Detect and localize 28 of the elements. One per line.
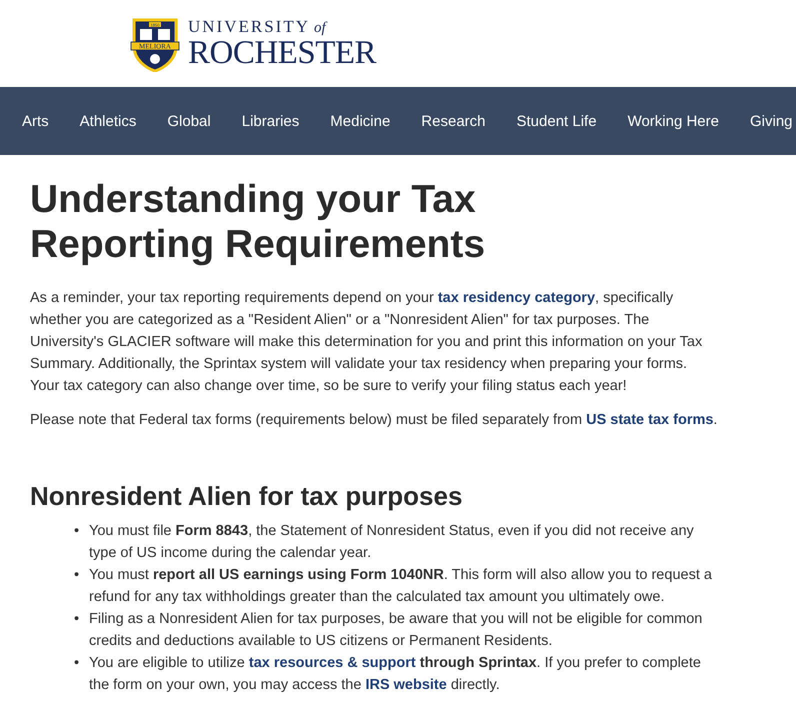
bullet-item: You must file Form 8843, the Statement of Nonresident Status, even if you did not receive any type of US income during the calendar year.: [89, 522, 695, 563]
text-link[interactable]: tax residency category: [438, 290, 596, 306]
bullet-item: You are eligible to utilize tax resources & support through Sprintax. If you prefer to complete the form on your own, you may access the IRS website directly.: [89, 654, 702, 695]
nav-link[interactable]: Giving: [750, 112, 793, 130]
nav-link[interactable]: Student Life: [516, 112, 597, 130]
logo-text: UNIVERSITY: [188, 18, 310, 34]
bullet-marker: •: [74, 566, 80, 585]
body-paragraph: As a reminder, your tax reporting requirements depend on your tax residency category, specifically whether you are categorized as a "Resident Alien" or a "Nonresident Alien" for tax purposes. The University's GLACIER software will make this determination for you and print this information on your Tax Summary. Additionally, the Sprintax system will validate your tax residency when preparing your forms. Your tax category can also change over time, so be sure to verify your filing status each year!: [30, 289, 704, 396]
page-title: Understanding your Tax Reporting Requirements: [30, 177, 486, 267]
nav-link[interactable]: Research: [421, 112, 486, 130]
bullet-item: You must report all US earnings using Form 1040NR. This form will also allow you to request a refund for any tax withholdings greater than the calculated tax amount you ultimately owe.: [89, 566, 713, 607]
bullet-marker: •: [74, 654, 80, 673]
bullet-marker: •: [74, 610, 80, 629]
nav-link[interactable]: Global: [167, 112, 211, 130]
nav-link[interactable]: Working Here: [628, 112, 719, 130]
text-link[interactable]: US state tax forms: [586, 412, 714, 428]
section-heading: Nonresident Alien for tax purposes: [30, 481, 464, 512]
text-link[interactable]: IRS website: [365, 677, 447, 693]
nav-link[interactable]: Libraries: [242, 112, 300, 130]
logo-text: of: [314, 20, 326, 36]
nav-link[interactable]: Arts: [22, 112, 49, 130]
body-paragraph: Please note that Federal tax forms (requirements below) must be filed separately from US state tax forms.: [30, 411, 718, 430]
nav-link[interactable]: Athletics: [80, 112, 136, 130]
bullet-item: Filing as a Nonresident Alien for tax purposes, be aware that you will not be eligible for common credits and deductions available to US citizens or Permanent Residents.: [89, 610, 704, 651]
nav-link[interactable]: Medicine: [330, 112, 390, 130]
logo-text: ROCHESTER: [188, 36, 376, 70]
text-link[interactable]: tax resources & support: [248, 655, 416, 671]
bullet-marker: •: [74, 522, 80, 541]
